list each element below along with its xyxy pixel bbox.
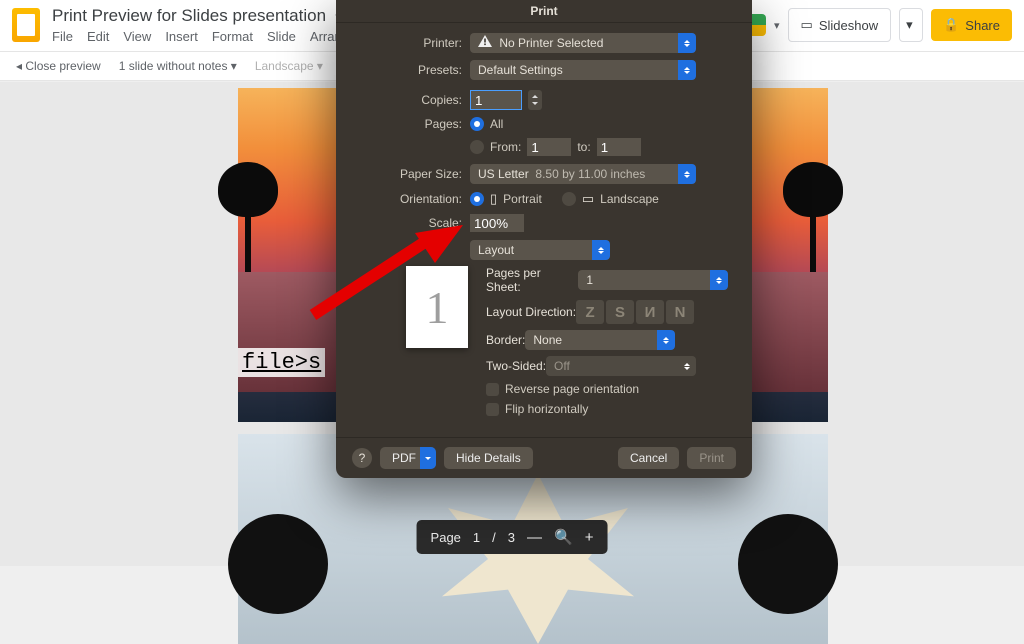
document-title[interactable]: Print Preview for Slides presentation (52, 6, 326, 26)
paper-size-label: Paper Size: (360, 167, 470, 181)
preview-mode-select[interactable]: 1 slide without notes ▾ (119, 59, 237, 73)
menu-slide[interactable]: Slide (267, 29, 296, 44)
pages-range-radio[interactable] (470, 140, 484, 154)
printer-value: No Printer Selected (499, 36, 603, 50)
orientation-landscape-radio[interactable] (562, 192, 576, 206)
orientation-landscape-label: Landscape (600, 192, 659, 206)
copies-input[interactable] (470, 90, 522, 110)
pages-per-sheet-select[interactable]: 1 (578, 270, 728, 290)
flip-horizontal-label: Flip horizontally (505, 402, 588, 416)
reverse-orientation-checkbox[interactable] (486, 383, 499, 396)
print-button[interactable]: Print (687, 447, 736, 469)
flip-horizontal-checkbox[interactable] (486, 403, 499, 416)
dialog-footer: ? PDF Hide Details Cancel Print (336, 437, 752, 478)
pages-per-sheet-value: 1 (586, 273, 593, 287)
pages-per-sheet-label: Pages per Sheet: (486, 266, 578, 294)
pages-from-label: From: (490, 140, 521, 154)
presets-select[interactable]: Default Settings (470, 60, 696, 80)
layout-direction-3[interactable]: И (636, 300, 664, 324)
menu-file[interactable]: File (52, 29, 73, 44)
pdf-button[interactable]: PDF (380, 447, 436, 469)
pdf-label: PDF (392, 451, 416, 465)
copies-label: Copies: (360, 93, 470, 107)
zoom-in-button[interactable]: + (585, 529, 594, 546)
menu-format[interactable]: Format (212, 29, 253, 44)
layout-direction-1[interactable]: Z (576, 300, 604, 324)
two-sided-value: Off (554, 359, 570, 373)
section-select[interactable]: Layout (470, 240, 610, 260)
slide-text: file>s (238, 348, 325, 377)
border-value: None (533, 333, 562, 347)
section-value: Layout (478, 243, 514, 257)
paper-size-name: US Letter (478, 167, 529, 181)
pages-all-label: All (490, 117, 503, 131)
page-sep: / (492, 530, 496, 545)
orientation-portrait-label: Portrait (503, 192, 542, 206)
layout-direction-group: Z S И N (576, 300, 694, 324)
pages-to-input[interactable] (597, 138, 641, 156)
page-navigator: Page 1 / 3 — 🔍 + (417, 520, 608, 554)
printer-label: Printer: (360, 36, 470, 50)
layout-direction-4[interactable]: N (666, 300, 694, 324)
orientation-label: Orientation: (360, 192, 470, 206)
pages-from-input[interactable] (527, 138, 571, 156)
cancel-button[interactable]: Cancel (618, 447, 679, 469)
scale-input[interactable] (470, 214, 524, 232)
share-label: Share (965, 18, 1000, 33)
lock-icon: 🔒 (943, 17, 959, 33)
hide-details-button[interactable]: Hide Details (444, 447, 533, 469)
portrait-icon: ▯ (490, 191, 497, 207)
printer-select[interactable]: No Printer Selected (470, 33, 696, 53)
presets-label: Presets: (360, 63, 470, 77)
presets-value: Default Settings (478, 63, 563, 77)
page-total: 3 (508, 530, 515, 545)
meet-caret-icon[interactable]: ▾ (774, 19, 780, 32)
close-preview-button[interactable]: ◂ Close preview (16, 59, 101, 73)
menu-edit[interactable]: Edit (87, 29, 109, 44)
present-icon: ▭ (801, 17, 813, 33)
slideshow-caret[interactable]: ▾ (899, 8, 923, 42)
zoom-out-button[interactable]: — (527, 529, 542, 546)
layout-preview: 1 (406, 266, 468, 348)
reverse-orientation-label: Reverse page orientation (505, 382, 639, 396)
chevron-down-icon (420, 447, 436, 469)
slideshow-button[interactable]: ▭ Slideshow (788, 8, 892, 42)
pages-to-label: to: (577, 140, 590, 154)
border-label: Border: (486, 333, 525, 347)
print-dialog: Print Printer: No Printer Selected Prese… (336, 0, 752, 478)
slides-logo (12, 8, 40, 42)
preview-orientation-select[interactable]: Landscape ▾ (255, 59, 323, 73)
pages-label: Pages: (360, 117, 470, 131)
border-select[interactable]: None (525, 330, 675, 350)
two-sided-select: Off (546, 356, 696, 376)
landscape-icon: ▭ (582, 191, 594, 207)
warning-icon (478, 35, 492, 47)
zoom-reset-button[interactable]: 🔍 (554, 528, 573, 546)
pages-all-radio[interactable] (470, 117, 484, 131)
page-label: Page (431, 530, 461, 545)
page-current[interactable]: 1 (473, 530, 480, 545)
scale-label: Scale: (360, 216, 470, 230)
menu-view[interactable]: View (123, 29, 151, 44)
menu-bar: File Edit View Insert Format Slide Arran… (52, 29, 384, 44)
dialog-title: Print (336, 0, 752, 23)
layout-direction-label: Layout Direction: (486, 305, 576, 319)
help-button[interactable]: ? (352, 448, 372, 468)
share-button[interactable]: 🔒 Share (931, 9, 1012, 41)
two-sided-label: Two-Sided: (486, 359, 546, 373)
tree-right-icon (778, 162, 848, 282)
menu-insert[interactable]: Insert (165, 29, 198, 44)
orientation-portrait-radio[interactable] (470, 192, 484, 206)
slideshow-label: Slideshow (819, 18, 878, 33)
copies-stepper[interactable] (528, 90, 542, 110)
paper-size-select[interactable]: US Letter 8.50 by 11.00 inches (470, 164, 696, 184)
layout-direction-2[interactable]: S (606, 300, 634, 324)
tree-left-icon (213, 162, 283, 282)
